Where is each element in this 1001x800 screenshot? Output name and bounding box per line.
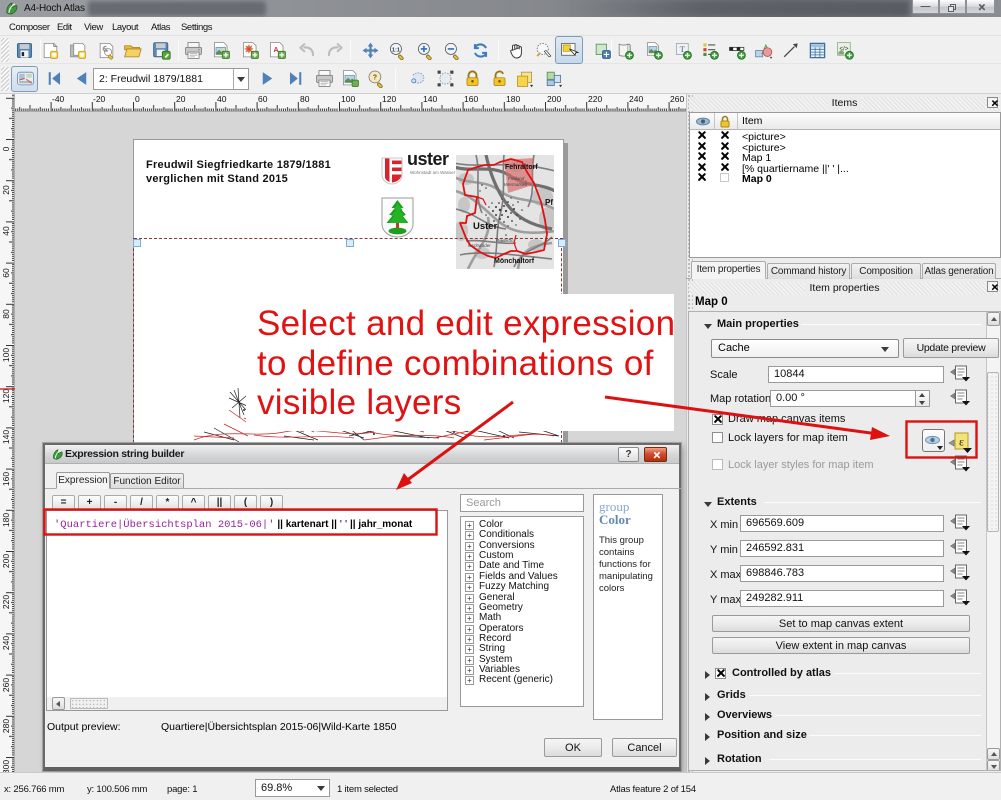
svg-text:100: 100 <box>341 94 355 104</box>
svg-text:120: 120 <box>1 389 11 403</box>
svg-text:180: 180 <box>1 513 11 527</box>
svg-text:0: 0 <box>135 94 140 104</box>
svg-text:1:1: 1:1 <box>391 47 399 53</box>
svg-text:Uster: Uster <box>473 221 498 232</box>
svg-text:280: 280 <box>1 719 11 733</box>
svg-text:40: 40 <box>1 226 11 236</box>
svg-text:-40: -40 <box>52 94 65 104</box>
svg-text:Pf: Pf <box>545 198 553 207</box>
svg-text:40: 40 <box>217 94 227 104</box>
svg-text:Wermatswil: Wermatswil <box>504 182 528 187</box>
svg-text:300: 300 <box>1 760 11 772</box>
svg-text:-20: -20 <box>93 94 106 104</box>
svg-text:60: 60 <box>258 94 268 104</box>
svg-text:Fehraltorf: Fehraltorf <box>505 164 538 171</box>
svg-text:160: 160 <box>464 94 478 104</box>
svg-text:80: 80 <box>1 309 11 319</box>
svg-text:0: 0 <box>1 146 11 151</box>
svg-text:120: 120 <box>382 94 396 104</box>
svg-text:100: 100 <box>1 348 11 362</box>
svg-text:240: 240 <box>1 636 11 650</box>
svg-text:160: 160 <box>1 472 11 486</box>
svg-text:180: 180 <box>506 94 520 104</box>
svg-text:60: 60 <box>1 268 11 278</box>
svg-text:140: 140 <box>423 94 437 104</box>
svg-text:200: 200 <box>1 554 11 568</box>
svg-text:Mönchaltorf: Mönchaltorf <box>494 258 535 265</box>
svg-text:200: 200 <box>547 94 561 104</box>
svg-text:260: 260 <box>1 678 11 692</box>
svg-text:?: ? <box>372 74 376 82</box>
svg-text:20: 20 <box>1 185 11 195</box>
svg-text:240: 240 <box>629 94 643 104</box>
svg-text:80: 80 <box>300 94 310 104</box>
svg-text:260: 260 <box>670 94 684 104</box>
svg-text:220: 220 <box>1 595 11 609</box>
svg-text:220: 220 <box>588 94 602 104</box>
svg-text:140: 140 <box>1 430 11 444</box>
svg-text:ε: ε <box>959 435 964 449</box>
svg-text:Gschwader: Gschwader <box>468 243 491 248</box>
svg-text:Freiland: Freiland <box>508 176 525 181</box>
svg-text:20: 20 <box>176 94 186 104</box>
